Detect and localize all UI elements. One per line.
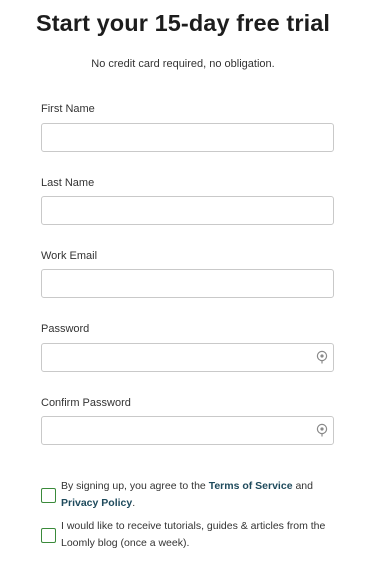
newsletter-text: I would like to receive tutorials, guide… <box>61 520 326 549</box>
terms-text: By signing up, you agree to the Terms of… <box>61 478 337 512</box>
terms-checkbox[interactable] <box>41 488 56 503</box>
eye-icon[interactable] <box>315 423 329 437</box>
newsletter-checkbox[interactable] <box>41 528 56 543</box>
work-email-input[interactable] <box>41 269 334 298</box>
newsletter-consent: I would like to receive tutorials, guide… <box>41 518 337 554</box>
first-name-input[interactable] <box>41 123 334 152</box>
first-name-label: First Name <box>41 103 95 115</box>
confirm-password-label: Confirm Password <box>41 397 131 409</box>
terms-suffix: . <box>132 497 136 509</box>
eye-icon[interactable] <box>315 350 329 364</box>
page-subtitle: No credit card required, no obligation. <box>91 58 275 70</box>
signup-form-page: Start your 15-day free trial No credit c… <box>0 0 366 570</box>
terms-prefix: By signing up, you agree to the <box>61 480 209 492</box>
work-email-label: Work Email <box>41 250 98 262</box>
last-name-input[interactable] <box>41 196 334 225</box>
terms-and: and <box>292 480 313 492</box>
confirm-password-input[interactable] <box>41 416 334 445</box>
terms-of-service-link[interactable]: Terms of Service <box>209 480 293 492</box>
password-label: Password <box>41 323 90 335</box>
privacy-policy-link[interactable]: Privacy Policy <box>61 497 132 509</box>
page-title: Start your 15-day free trial <box>35 10 331 36</box>
terms-consent: By signing up, you agree to the Terms of… <box>41 478 337 514</box>
password-input[interactable] <box>41 343 334 372</box>
last-name-label: Last Name <box>41 177 95 189</box>
